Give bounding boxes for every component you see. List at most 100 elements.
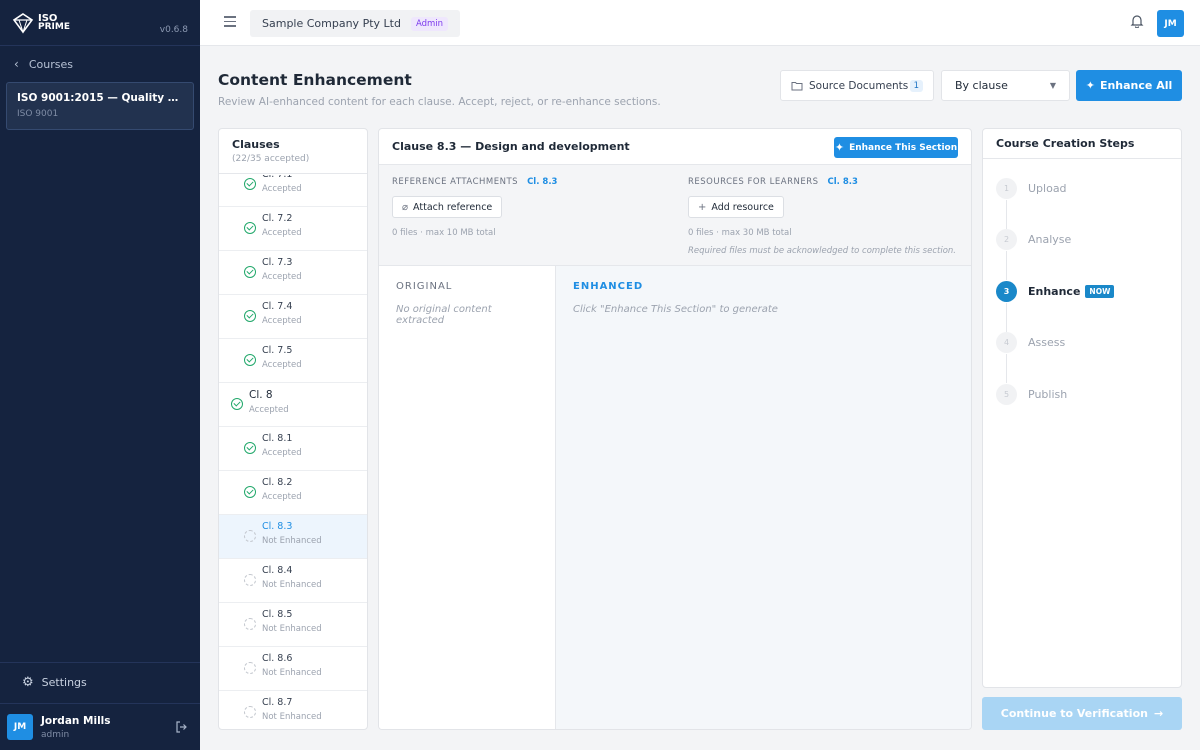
source-documents-button[interactable]: Source Documents 1 xyxy=(780,70,934,101)
original-content: ORIGINAL No original content extracted xyxy=(379,266,556,729)
clause-item[interactable]: Cl. 7.5 Accepted xyxy=(219,339,367,383)
clause-item-status: Accepted xyxy=(262,272,302,282)
source-documents-count: 1 xyxy=(909,79,923,92)
enhance-section-label: Enhance This Section xyxy=(849,142,958,153)
step-connector xyxy=(1006,199,1007,229)
clause-item-text: Cl. 7.3 Accepted xyxy=(262,257,302,282)
back-to-courses-link[interactable]: ‹ Courses xyxy=(0,46,200,82)
step-number: 5 xyxy=(996,383,1017,405)
clause-item[interactable]: Cl. 7.2 Accepted xyxy=(219,207,367,251)
step-number: 1 xyxy=(996,177,1017,199)
step-upload[interactable]: 1 Upload xyxy=(996,177,1067,199)
view-mode-value: By clause xyxy=(955,79,1008,92)
clause-item-status: Not Enhanced xyxy=(262,668,322,678)
continue-label: Continue to Verification xyxy=(1000,707,1148,720)
clause-item[interactable]: Cl. 8 Accepted xyxy=(219,383,367,427)
top-user-avatar[interactable]: JM xyxy=(1157,10,1184,37)
reference-title: REFERENCE ATTACHMENTS xyxy=(392,177,519,187)
clause-item[interactable]: Cl. 8.5 Not Enhanced xyxy=(219,603,367,647)
clause-item[interactable]: Cl. 8.4 Not Enhanced xyxy=(219,559,367,603)
resources-clause-tag: Cl. 8.3 xyxy=(827,177,858,187)
pending-circle-icon xyxy=(244,706,256,718)
course-code: ISO 9001 xyxy=(17,109,59,119)
menu-icon[interactable] xyxy=(224,16,236,30)
attachments-area: REFERENCE ATTACHMENTS Cl. 8.3 ⌀ Attach r… xyxy=(379,165,971,266)
check-circle-icon xyxy=(244,354,256,366)
logout-icon[interactable] xyxy=(175,721,187,733)
clause-item-status: Not Enhanced xyxy=(262,712,322,722)
clause-item-label: Cl. 8.5 xyxy=(262,609,293,620)
current-course-card[interactable]: ISO 9001:2015 — Quality Management ISO 9… xyxy=(6,82,194,130)
clause-item[interactable]: Cl. 7.1 Accepted xyxy=(219,175,367,207)
page-title: Content Enhancement xyxy=(218,71,412,89)
enhanced-label: ENHANCED xyxy=(573,281,644,292)
reference-attachments: REFERENCE ATTACHMENTS Cl. 8.3 ⌀ Attach r… xyxy=(392,177,557,238)
course-title: ISO 9001:2015 — Quality Management xyxy=(17,92,183,104)
clause-item-label: Cl. 7.2 xyxy=(262,213,293,224)
source-documents-label: Source Documents xyxy=(809,79,909,92)
clause-item-status: Accepted xyxy=(249,405,289,415)
clause-item-label: Cl. 7.5 xyxy=(262,345,293,356)
clause-item-text: Cl. 7.4 Accepted xyxy=(262,301,302,326)
reference-clause-tag: Cl. 8.3 xyxy=(527,177,558,187)
check-circle-icon xyxy=(244,266,256,278)
clause-item[interactable]: Cl. 7.4 Accepted xyxy=(219,295,367,339)
app-version: v0.6.8 xyxy=(159,24,188,35)
bell-icon[interactable] xyxy=(1130,14,1144,28)
step-enhance[interactable]: 3 Enhance NOW xyxy=(996,280,1115,302)
page-subtitle: Review AI-enhanced content for each clau… xyxy=(218,96,661,108)
clause-item-text: Cl. 8.1 Accepted xyxy=(262,433,302,458)
clause-item[interactable]: Cl. 8.2 Accepted xyxy=(219,471,367,515)
step-number: 3 xyxy=(996,280,1017,302)
clause-item-label: Cl. 8.2 xyxy=(262,477,293,488)
pending-circle-icon xyxy=(244,574,256,586)
step-connector xyxy=(1006,251,1007,280)
clause-item-label: Cl. 7.1 xyxy=(262,175,302,180)
resources-title: RESOURCES FOR LEARNERS xyxy=(688,177,819,187)
clause-item-text: Cl. 7.5 Accepted xyxy=(262,345,302,370)
clauses-header: Clauses (22/35 accepted) xyxy=(219,129,367,174)
step-label: Upload xyxy=(1028,181,1067,195)
user-avatar[interactable]: JM xyxy=(7,714,33,740)
clause-item-label: Cl. 7.4 xyxy=(262,301,293,312)
clause-item-status: Accepted xyxy=(262,228,302,238)
resources-meta: 0 files · max 30 MB total xyxy=(688,228,792,238)
user-profile: JM Jordan Mills admin xyxy=(0,703,200,750)
enhanced-empty-text: Click "Enhance This Section" to generate xyxy=(573,304,778,315)
clause-item[interactable]: Cl. 8.1 Accepted xyxy=(219,427,367,471)
clause-item[interactable]: Cl. 8.7 Not Enhanced xyxy=(219,691,367,729)
clause-item[interactable]: Cl. 8.6 Not Enhanced xyxy=(219,647,367,691)
current-step-badge: NOW xyxy=(1085,284,1115,298)
arrow-right-icon: → xyxy=(1153,707,1164,720)
continue-to-verification-button[interactable]: Continue to Verification → xyxy=(982,697,1182,730)
check-circle-icon xyxy=(244,222,256,234)
clause-item-text: Cl. 8.6 Not Enhanced xyxy=(262,653,322,678)
step-assess[interactable]: 4 Assess xyxy=(996,332,1065,354)
clause-item-text: Cl. 7.2 Accepted xyxy=(262,213,302,238)
enhance-section-button[interactable]: ✦ Enhance This Section xyxy=(834,137,958,158)
pending-circle-icon xyxy=(244,530,256,542)
step-analyse[interactable]: 2 Analyse xyxy=(996,229,1071,251)
company-selector[interactable]: Sample Company Pty Ltd Admin xyxy=(250,10,461,37)
clause-item-label: Cl. 8.6 xyxy=(262,653,293,664)
clause-item[interactable]: Cl. 8.3 Not Enhanced xyxy=(219,515,367,559)
clause-title: Clause 8.3 — Design and development xyxy=(392,140,630,153)
step-label: Enhance xyxy=(1028,284,1081,298)
step-publish[interactable]: 5 Publish xyxy=(996,383,1067,405)
clause-item[interactable]: Cl. 7.3 Accepted xyxy=(219,251,367,295)
clause-item-status: Not Enhanced xyxy=(262,580,322,590)
add-resource-button[interactable]: + Add resource xyxy=(688,196,784,218)
attach-reference-button[interactable]: ⌀ Attach reference xyxy=(392,196,503,218)
company-name: Sample Company Pty Ltd xyxy=(262,17,401,30)
clause-item-status: Accepted xyxy=(262,360,302,370)
view-mode-select[interactable]: By clause ▼ xyxy=(941,70,1070,101)
enhance-all-button[interactable]: ✦ Enhance All xyxy=(1076,70,1182,101)
resources-note: Required files must be acknowledged to c… xyxy=(688,246,956,256)
user-name: Jordan Mills xyxy=(41,714,111,727)
settings-link[interactable]: ⚙ Settings xyxy=(0,662,200,702)
settings-label: Settings xyxy=(41,676,87,689)
logo-line2: PRIME xyxy=(38,21,70,32)
logo-row: ISO PRIME v0.6.8 xyxy=(0,0,200,46)
check-circle-icon xyxy=(231,398,243,410)
clause-item-text: Cl. 8.2 Accepted xyxy=(262,477,302,502)
